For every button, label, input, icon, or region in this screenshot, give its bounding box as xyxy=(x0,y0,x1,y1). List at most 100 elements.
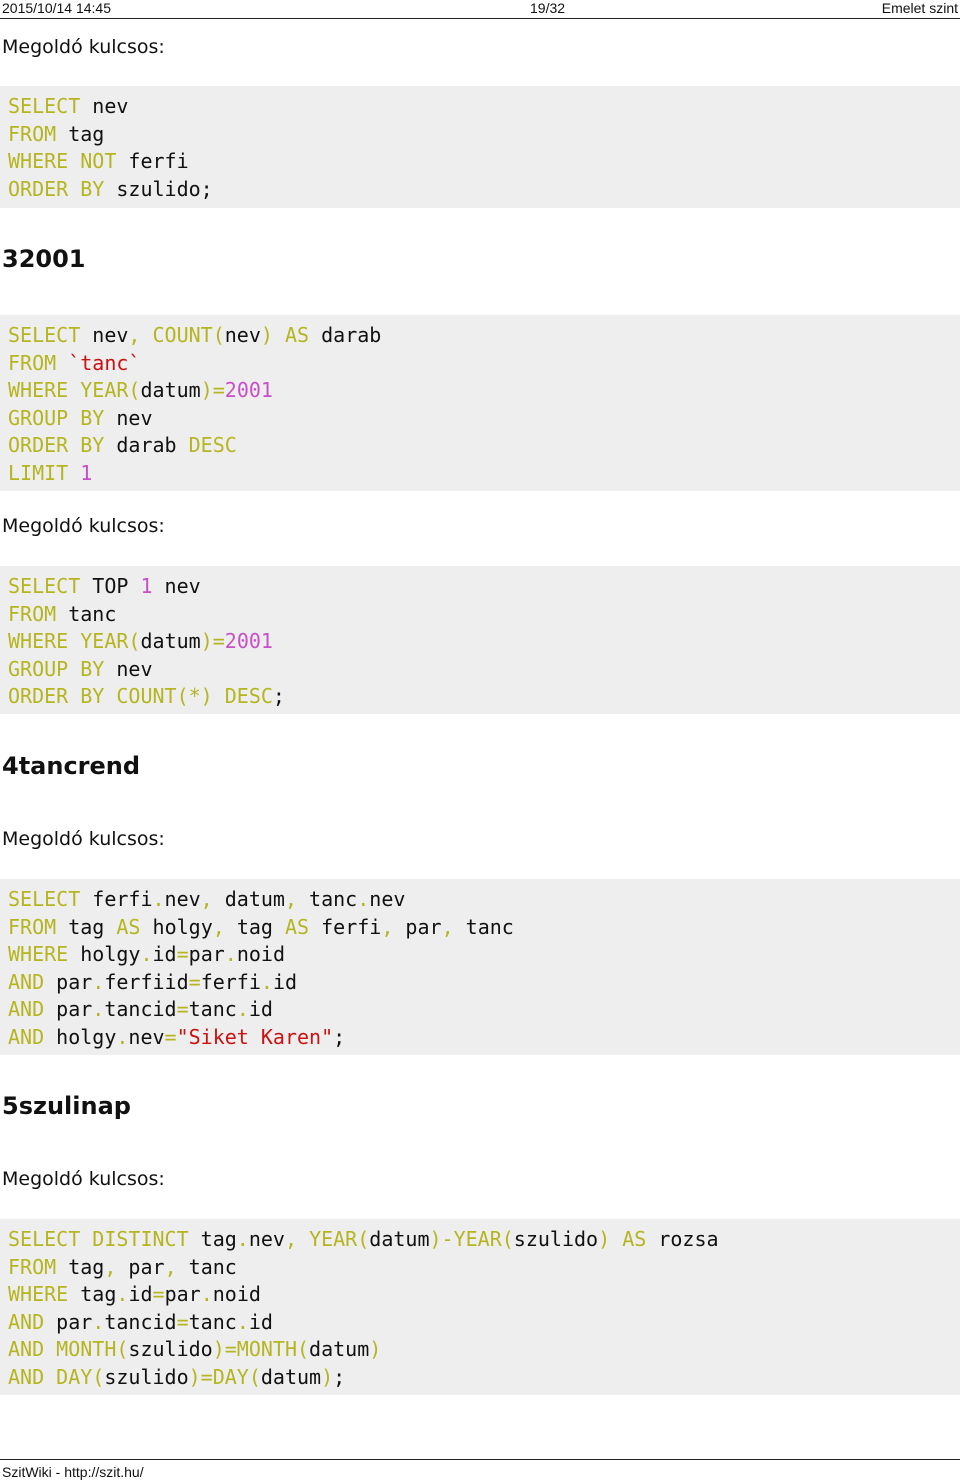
sql-keyword: , xyxy=(381,914,394,939)
sql-text: tag xyxy=(56,121,105,146)
sql-text: darab xyxy=(104,433,189,457)
sql-keyword: AND xyxy=(8,1337,45,1361)
sql-keyword: , xyxy=(104,1254,117,1279)
sql-keyword: FROM xyxy=(8,121,57,146)
sql-text: TOP xyxy=(80,574,141,598)
solution-key-label: Megoldó kulcsos: xyxy=(2,828,165,850)
sql-number: 1 xyxy=(140,574,153,598)
page-number: 19/32 xyxy=(530,0,566,16)
sql-keyword: DISTINCT xyxy=(92,1227,189,1251)
sql-text: datum xyxy=(140,378,201,402)
sql-keyword: . xyxy=(92,997,105,1021)
sql-keyword: SELECT xyxy=(8,94,81,118)
footer-text: SzitWiki - http://szit.hu/ xyxy=(2,1464,144,1480)
sql-keyword: ) xyxy=(260,323,273,347)
sql-keyword: = xyxy=(152,1282,165,1306)
sql-text: id xyxy=(128,1282,153,1306)
code-line: AND MONTH(szulido)=MONTH(datum) xyxy=(8,1336,960,1364)
sql-keyword: . xyxy=(260,969,273,994)
code-line: WHERE YEAR(datum)=2001 xyxy=(8,377,960,405)
sql-keyword: = xyxy=(164,1024,177,1049)
sql-text: tag xyxy=(56,914,117,939)
sql-keyword: )=MONTH( xyxy=(212,1337,310,1361)
code-line: ORDER BY darab DESC xyxy=(8,432,960,460)
sql-keyword: . xyxy=(152,887,165,911)
code-line: WHERE holgy.id=par.noid xyxy=(8,941,960,969)
sql-keyword: AND xyxy=(8,1309,45,1334)
sql-text: tanc xyxy=(297,887,358,911)
sql-text: tag xyxy=(56,1254,105,1279)
sql-number: 2001 xyxy=(224,629,273,653)
sql-number: 1 xyxy=(80,460,93,485)
code-line: WHERE tag.id=par.noid xyxy=(8,1281,960,1309)
document-title: Emelet szint xyxy=(881,0,958,16)
sql-keyword: )=DAY( xyxy=(188,1364,261,1389)
solution-key-label: Megoldó kulcsos: xyxy=(2,1168,165,1190)
sql-keyword: , xyxy=(128,323,141,347)
sql-text: tanc xyxy=(188,997,237,1021)
code-line: AND par.tancid=tanc.id xyxy=(8,1309,960,1337)
sql-keyword: FROM xyxy=(8,350,57,375)
sql-text: ; xyxy=(272,684,285,708)
sql-keyword: GROUP BY xyxy=(8,656,105,681)
sql-keyword: LIMIT xyxy=(8,460,69,485)
sql-keyword: . xyxy=(236,1227,249,1251)
sql-text: datum xyxy=(309,1337,370,1361)
sql-keyword: WHERE xyxy=(8,149,69,173)
sql-keyword: = xyxy=(188,969,201,994)
sql-text: szulido xyxy=(513,1227,599,1251)
sql-keyword: )-YEAR( xyxy=(429,1227,514,1251)
sql-keyword: FROM xyxy=(8,1254,57,1279)
page-footer: SzitWiki - http://szit.hu/ xyxy=(0,1459,960,1483)
sql-text: ferfi xyxy=(116,149,189,173)
sql-keyword: DAY( xyxy=(56,1364,105,1389)
sql-text: tag xyxy=(68,1282,117,1306)
sql-keyword: AS xyxy=(284,323,310,347)
sql-keyword: WHERE xyxy=(8,1282,69,1306)
sql-text: tancid xyxy=(104,997,177,1021)
section-heading: 32001 xyxy=(2,245,86,273)
sql-keyword: , xyxy=(284,887,298,911)
sql-keyword: . xyxy=(92,969,105,994)
sql-keyword: , xyxy=(284,1227,298,1251)
sql-text: par xyxy=(44,997,93,1021)
sql-keyword: )= xyxy=(200,378,225,402)
sql-keyword: , xyxy=(441,914,454,939)
section-heading: 5szulinap xyxy=(2,1092,131,1120)
sql-keyword: . xyxy=(200,1282,213,1306)
sql-text: par xyxy=(393,914,442,939)
sql-text: par xyxy=(188,942,225,966)
sql-text: par xyxy=(44,969,93,994)
sql-keyword: NOT xyxy=(80,149,117,173)
header-rule xyxy=(0,18,960,19)
code-block: SELECT ferfi.nev, datum, tanc.nev FROM ta… xyxy=(0,879,960,1055)
section-heading: 4tancrend xyxy=(2,752,141,780)
sql-keyword: . xyxy=(236,997,249,1021)
sql-keyword: WHERE xyxy=(8,629,69,653)
sql-text: id xyxy=(272,969,298,994)
page-header: 2015/10/14 14:45 19/32 Emelet szint xyxy=(0,0,960,19)
sql-keyword: AND xyxy=(8,1364,45,1389)
code-line: SELECT DISTINCT tag.nev, YEAR(datum)-YEA… xyxy=(8,1226,960,1254)
code-line: AND par.tancid=tanc.id xyxy=(8,996,960,1024)
sql-keyword: . xyxy=(224,942,237,966)
sql-keyword: = xyxy=(176,1309,189,1334)
sql-text: noid xyxy=(212,1282,261,1306)
sql-keyword: DESC xyxy=(188,433,237,457)
sql-keyword: ORDER BY xyxy=(8,684,105,708)
code-block: SELECT nev, COUNT(nev) AS darab FROM `tan… xyxy=(0,315,960,491)
sql-text: ; xyxy=(333,1364,346,1389)
sql-text: szulido xyxy=(104,1364,189,1389)
sql-keyword: AND xyxy=(8,997,45,1021)
sql-string: `tanc` xyxy=(68,350,141,375)
sql-text: holgy xyxy=(68,942,141,966)
sql-keyword: . xyxy=(236,1309,249,1334)
sql-keyword: GROUP BY xyxy=(8,405,105,430)
